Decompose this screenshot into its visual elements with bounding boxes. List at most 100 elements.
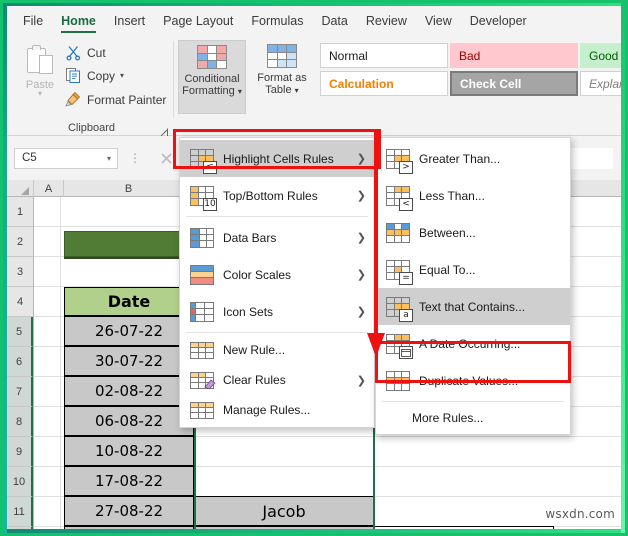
less-than-icon: <: [386, 185, 413, 211]
cut-button[interactable]: Cut: [65, 44, 106, 61]
date-cell-4[interactable]: 06-08-22: [64, 406, 194, 436]
tab-developer[interactable]: Developer: [461, 6, 536, 35]
chevron-right-icon: ❯: [356, 232, 366, 244]
date-occurring-icon: [386, 333, 413, 359]
menu-item-equal-to[interactable]: = Equal To...: [376, 251, 570, 288]
format-painter-button[interactable]: Format Painter: [65, 91, 166, 108]
menu-item-top-bottom-rules-label: Top/Bottom Rules: [223, 188, 318, 203]
format-as-table-chevron-down-icon[interactable]: ▾: [295, 86, 299, 95]
chevron-down-icon[interactable]: ▾: [38, 90, 42, 98]
menu-item-top-bottom-rules[interactable]: 10 Top/Bottom Rules ❯: [180, 177, 374, 214]
header-cell-date[interactable]: Date: [64, 287, 194, 316]
column-header-a[interactable]: A: [34, 180, 64, 197]
row-header-4[interactable]: 4: [7, 287, 33, 317]
menu-item-less-than[interactable]: < Less Than...: [376, 177, 570, 214]
column-header-b[interactable]: B: [64, 180, 194, 197]
date-cell-3[interactable]: 02-08-22: [64, 376, 194, 406]
name-cell-raphael[interactable]: Raphael: [194, 526, 374, 529]
tab-view[interactable]: View: [416, 6, 461, 35]
chevron-right-icon: ❯: [356, 374, 366, 387]
menu-item-between[interactable]: Between...: [376, 214, 570, 251]
chevron-right-icon: ❯: [356, 153, 366, 165]
tab-insert[interactable]: Insert: [105, 6, 154, 35]
row-header-3[interactable]: 3: [7, 257, 33, 287]
tab-page-layout[interactable]: Page Layout: [154, 6, 242, 35]
cell-style-normal[interactable]: Normal: [320, 43, 448, 68]
tab-formulas[interactable]: Formulas: [242, 6, 312, 35]
tab-file[interactable]: File: [7, 6, 52, 35]
row-header-5[interactable]: 5: [7, 317, 33, 347]
date-cell-7[interactable]: 27-08-22: [64, 496, 194, 526]
select-all-corner[interactable]: [7, 180, 34, 197]
menu-item-new-rule-label: New Rule...: [223, 343, 286, 357]
conditional-formatting-icon: [197, 45, 227, 69]
greater-than-badge-icon: >: [399, 160, 413, 174]
equals-badge-icon: =: [399, 271, 413, 285]
menu-item-icon-sets-label: Icon Sets: [223, 304, 274, 319]
excel-window: File Home Insert Page Layout Formulas Da…: [0, 0, 628, 536]
menu-item-a-date-occurring[interactable]: A Date Occurring...: [376, 325, 570, 362]
menu-item-highlight-cells-rules[interactable]: ≤ Highlight Cells Rules ❯: [180, 140, 374, 177]
color-scales-icon: [190, 264, 214, 285]
ten-badge-icon: 10: [203, 197, 217, 211]
date-cell-1[interactable]: 26-07-22: [64, 316, 194, 346]
menu-item-greater-than-label: Greater Than...: [419, 151, 501, 166]
paintbrush-icon: [65, 91, 82, 108]
tab-review-label: Review: [365, 13, 407, 28]
menu-item-data-bars-label: Data Bars: [223, 230, 277, 245]
paste-button[interactable]: Paste ▾: [17, 43, 63, 109]
row-header-10[interactable]: 10: [7, 467, 33, 497]
window-left-edge: [3, 3, 7, 533]
copy-button[interactable]: Copy ▾: [65, 67, 124, 84]
tab-page-layout-label: Page Layout: [163, 13, 234, 28]
tab-data[interactable]: Data: [312, 6, 356, 35]
name-cell-jacob[interactable]: Jacob: [194, 496, 374, 526]
tab-data-label: Data: [321, 13, 348, 28]
menu-item-duplicate-values[interactable]: Duplicate Values...: [376, 362, 570, 399]
data-bars-icon: [189, 227, 214, 248]
cancel-formula-button[interactable]: [153, 148, 179, 169]
highlight-cells-rules-icon: ≤: [190, 148, 217, 174]
row-header-2[interactable]: 2: [7, 227, 33, 257]
conditional-formatting-label-2: Formatting: [182, 85, 235, 97]
amount-cell-raphael[interactable]: $350: [374, 526, 554, 529]
menu-item-icon-sets[interactable]: Icon Sets ❯: [180, 293, 374, 330]
row-header-9[interactable]: 9: [7, 437, 33, 467]
copy-label: Copy: [87, 68, 116, 83]
menu-item-text-that-contains[interactable]: a Text that Contains...: [376, 288, 570, 325]
row-header-1[interactable]: 1: [7, 197, 33, 227]
tab-review[interactable]: Review: [357, 6, 416, 35]
row-header-12[interactable]: 12: [7, 527, 33, 529]
cell-style-check-cell[interactable]: Check Cell: [450, 71, 578, 96]
calendar-badge-icon: [399, 345, 413, 359]
date-cell-2[interactable]: 30-07-22: [64, 346, 194, 376]
name-box[interactable]: C5 ▾: [14, 147, 118, 169]
menu-item-greater-than[interactable]: > Greater Than...: [376, 140, 570, 177]
name-box-chevron-down-icon[interactable]: ▾: [107, 154, 111, 163]
tab-home-label: Home: [61, 13, 96, 28]
menu-item-highlight-cells-rules-label: Highlight Cells Rules: [223, 151, 334, 166]
cell-style-bad[interactable]: Bad: [450, 43, 578, 68]
row-header-6[interactable]: 6: [7, 347, 33, 377]
row-header-11[interactable]: 11: [7, 497, 33, 527]
menu-item-color-scales[interactable]: Color Scales ❯: [180, 256, 374, 293]
cell-style-calculation[interactable]: Calculation: [320, 71, 448, 96]
conditional-formatting-button[interactable]: Conditional Formatting ▾: [178, 40, 246, 114]
menu-item-manage-rules[interactable]: Manage Rules...: [180, 395, 374, 425]
duplicate-values-icon: [386, 370, 410, 391]
menu-item-new-rule[interactable]: New Rule...: [180, 335, 374, 365]
menu-item-data-bars[interactable]: Data Bars ❯: [180, 219, 374, 256]
row-header-8[interactable]: 8: [7, 407, 33, 437]
date-cell-6[interactable]: 17-08-22: [64, 466, 194, 496]
menu-item-clear-rules[interactable]: Clear Rules ❯: [180, 365, 374, 395]
format-as-table-button[interactable]: Format as Table ▾: [248, 40, 316, 114]
copy-chevron-down-icon[interactable]: ▾: [120, 71, 124, 80]
row-header-7[interactable]: 7: [7, 377, 33, 407]
menu-item-more-rules[interactable]: More Rules...: [376, 404, 570, 432]
tab-home[interactable]: Home: [52, 6, 105, 35]
conditional-formatting-chevron-down-icon[interactable]: ▾: [238, 87, 242, 96]
clipboard-dialog-launcher-icon[interactable]: [159, 124, 168, 137]
top-bottom-rules-icon: 10: [190, 185, 217, 211]
date-cell-5[interactable]: 10-08-22: [64, 436, 194, 466]
date-cell-8[interactable]: 01-09-22: [64, 526, 194, 529]
